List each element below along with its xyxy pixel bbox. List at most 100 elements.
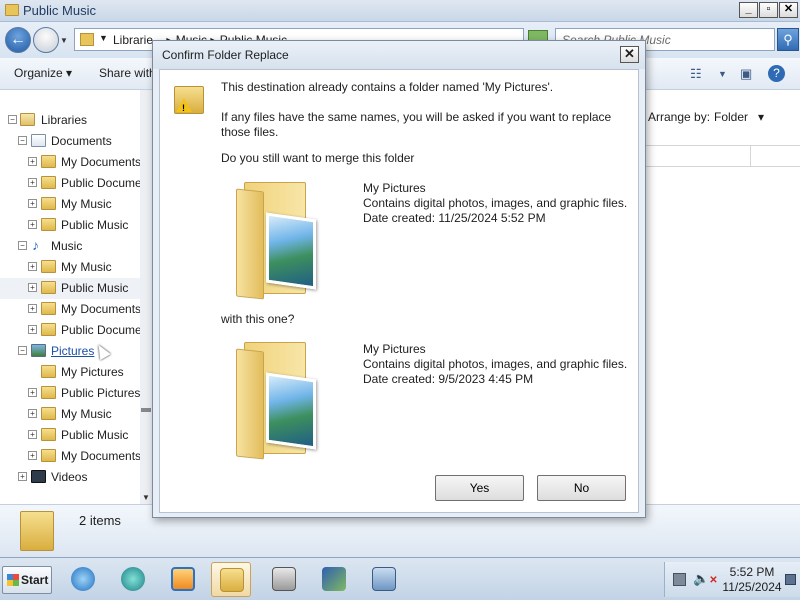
folder-icon	[20, 511, 54, 551]
yes-button[interactable]: Yes	[435, 475, 524, 501]
confirm-folder-replace-dialog: Confirm Folder Replace ✕ ! This destinat…	[152, 40, 646, 518]
tree-item-my-pictures[interactable]: My Pictures	[0, 362, 152, 383]
collapse-icon[interactable]: −	[18, 346, 27, 355]
recent-pages-dropdown-icon[interactable]: ▼	[60, 36, 68, 45]
help-icon[interactable]: ?	[768, 65, 785, 82]
media-player-button[interactable]	[163, 562, 203, 597]
dialog-title-bar[interactable]: Confirm Folder Replace ✕	[153, 41, 645, 69]
expand-icon[interactable]: +	[28, 157, 37, 166]
expand-icon[interactable]: +	[28, 409, 37, 418]
tree-item-music[interactable]: − ♪ Music	[0, 236, 152, 257]
tree-item-my-music[interactable]: + My Music	[0, 194, 152, 215]
tree-item-public-documents[interactable]: + Public Docume	[0, 320, 152, 341]
folder-icon	[41, 386, 56, 399]
organize-label: Organize	[14, 66, 63, 80]
action-center-button[interactable]	[314, 562, 354, 597]
expand-icon[interactable]: +	[28, 178, 37, 187]
folder-2-name: My Pictures	[363, 342, 426, 356]
expand-icon[interactable]: +	[28, 199, 37, 208]
tree-label: Public Pictures	[61, 386, 141, 400]
dialog-title: Confirm Folder Replace	[162, 48, 289, 62]
organize-button[interactable]: Organize ▾	[14, 66, 72, 80]
navigation-scrollbar[interactable]: ▼	[140, 90, 152, 504]
network-icon[interactable]	[673, 573, 686, 586]
tree-item-public-music[interactable]: + Public Music	[0, 215, 152, 236]
arrange-by-label: Arrange by:	[648, 110, 711, 124]
scroll-down-icon[interactable]: ▼	[142, 493, 150, 502]
expand-icon[interactable]: +	[28, 388, 37, 397]
column-headers[interactable]	[646, 145, 800, 167]
tree-item-my-documents[interactable]: + My Documents	[0, 446, 152, 467]
collapse-icon[interactable]: −	[18, 241, 27, 250]
media-player-icon	[171, 567, 195, 591]
explorer-icon	[220, 568, 244, 592]
tree-label: My Pictures	[61, 365, 124, 379]
tree-item-my-documents[interactable]: + My Documents	[0, 299, 152, 320]
tree-item-public-music[interactable]: + Public Music	[0, 425, 152, 446]
exclamation-icon: !	[182, 103, 185, 113]
tree-item-public-documents[interactable]: + Public Docume	[0, 173, 152, 194]
folder-icon	[41, 407, 56, 420]
search-icon[interactable]: ⚲	[777, 28, 799, 51]
expand-icon[interactable]: +	[28, 220, 37, 229]
back-button[interactable]: ←	[5, 27, 31, 53]
tree-item-libraries[interactable]: − Libraries	[0, 110, 152, 131]
show-desktop-button[interactable]	[785, 574, 796, 585]
tree-item-pictures[interactable]: − Pictures	[0, 341, 152, 362]
view-options-icon[interactable]: ☷	[690, 66, 702, 82]
collapse-icon[interactable]: −	[18, 136, 27, 145]
folder-icon	[5, 4, 19, 16]
preview-pane-icon[interactable]: ▣	[740, 66, 752, 82]
documents-icon	[31, 134, 46, 147]
expand-icon[interactable]: +	[28, 430, 37, 439]
expand-icon[interactable]: +	[28, 304, 37, 313]
tree-label: Public Docume	[61, 176, 142, 190]
forward-button[interactable]	[33, 27, 59, 53]
no-button[interactable]: No	[537, 475, 626, 501]
with-this-one-label: with this one?	[221, 312, 295, 326]
dialog-close-button[interactable]: ✕	[620, 46, 639, 63]
clock-date[interactable]: 11/25/2024	[719, 580, 785, 594]
close-button[interactable]: ✕	[779, 2, 798, 18]
arrange-by-dropdown[interactable]: Folder ▾	[714, 110, 764, 124]
minimize-button[interactable]: _	[739, 2, 758, 18]
share-with-button[interactable]: Share with	[99, 66, 156, 80]
taskbar: Start 🔈✕ 5:52 PM 11/25/2024	[0, 557, 800, 600]
title-bar[interactable]: Public Music _ ▫ ✕	[0, 0, 800, 22]
tree-item-my-music[interactable]: + My Music	[0, 257, 152, 278]
volume-muted-icon[interactable]: 🔈✕	[693, 571, 718, 587]
clock-time[interactable]: 5:52 PM	[727, 565, 777, 579]
device-manager-button[interactable]	[264, 562, 304, 597]
calculator-button[interactable]	[364, 562, 404, 597]
tree-item-public-pictures[interactable]: + Public Pictures	[0, 383, 152, 404]
chevron-down-icon[interactable]: ▼	[718, 69, 727, 79]
internet-explorer-button[interactable]	[63, 562, 103, 597]
expand-icon[interactable]: +	[28, 262, 37, 271]
expand-icon[interactable]: +	[28, 451, 37, 460]
maximize-button[interactable]: ▫	[759, 2, 778, 18]
column-divider[interactable]	[750, 146, 751, 167]
expand-icon[interactable]: +	[28, 325, 37, 334]
expand-icon[interactable]: +	[28, 283, 37, 292]
tree-label: Public Music	[61, 218, 129, 232]
folder-2-date: Date created: 9/5/2023 4:45 PM	[363, 372, 534, 386]
folder-front	[236, 348, 264, 460]
start-button[interactable]: Start	[2, 566, 52, 594]
tree-item-videos[interactable]: + Videos	[0, 467, 152, 488]
warning-icon: !	[174, 80, 208, 116]
chevron-down-icon[interactable]: ▼	[99, 33, 108, 43]
tree-label: My Music	[61, 407, 112, 421]
folder-front	[236, 188, 264, 300]
folder-icon	[41, 302, 56, 315]
tree-item-documents[interactable]: − Documents	[0, 131, 152, 152]
tree-item-my-music[interactable]: + My Music	[0, 404, 152, 425]
explorer-taskbar-button[interactable]	[211, 562, 251, 597]
expand-icon[interactable]: +	[18, 472, 27, 481]
folder-icon	[41, 323, 56, 336]
media-center-button[interactable]	[113, 562, 153, 597]
tree-item-my-documents[interactable]: + My Documents	[0, 152, 152, 173]
collapse-icon[interactable]: −	[8, 115, 17, 124]
scrollbar-thumb[interactable]	[141, 408, 151, 412]
tree-item-public-music-selected[interactable]: + Public Music	[0, 278, 152, 299]
videos-icon	[31, 470, 46, 483]
